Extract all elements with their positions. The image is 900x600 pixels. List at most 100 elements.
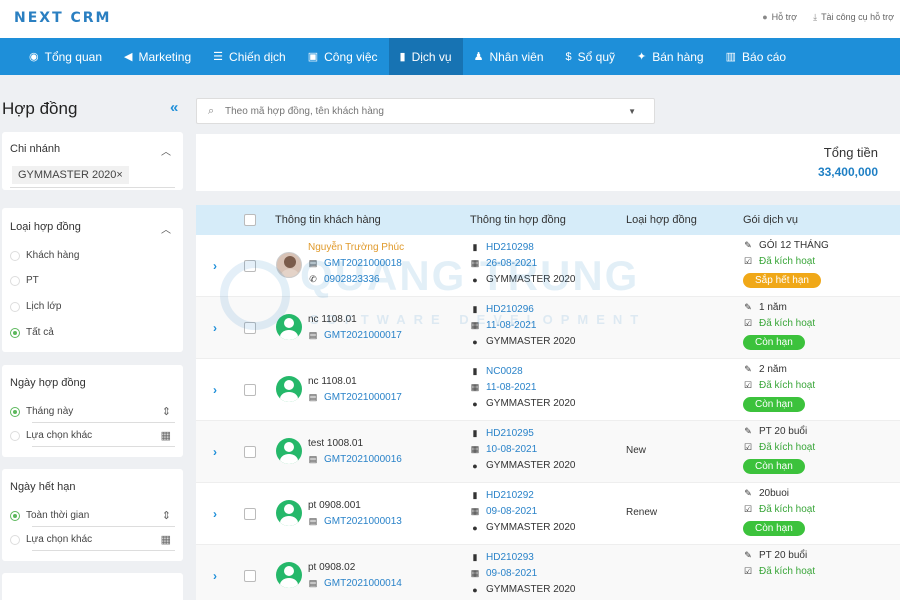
customer-code[interactable]: ▤ GMT2021000017 bbox=[308, 392, 402, 403]
customer-name[interactable]: pt 0908.001 bbox=[308, 500, 361, 511]
location-pin-icon: ● bbox=[472, 336, 478, 347]
table-row[interactable]: › pt 0908.001 ▤ GMT2021000013 ▮ HD210292 ▦ 09-0… bbox=[196, 483, 900, 545]
search-input[interactable] bbox=[225, 104, 605, 119]
select-all-checkbox[interactable] bbox=[244, 214, 256, 226]
chevron-up-icon[interactable]: ︿ bbox=[161, 221, 171, 236]
service-package: ✎ PT 20 buổi bbox=[743, 550, 807, 561]
table-row[interactable]: › nc 1108.01 ▤ GMT2021000017 ▮ HD210296 ▦ 11-08… bbox=[196, 297, 900, 359]
location-pin-icon: ● bbox=[472, 522, 478, 533]
activation-status-value: Đã kích hoạt bbox=[759, 318, 816, 329]
brand-logo[interactable]: NEXT CRM bbox=[14, 10, 111, 26]
contract-date: ▦ 11-08-2021 bbox=[470, 320, 537, 331]
table-row[interactable]: › nc 1108.01 ▤ GMT2021000017 ▮ NC0028 ▦ 11-08-2… bbox=[196, 359, 900, 421]
customer-code[interactable]: ▤ GMT2021000014 bbox=[308, 578, 402, 589]
activation-status-value: Đã kích hoạt bbox=[759, 442, 816, 453]
contract-number[interactable]: ▮ HD210293 bbox=[470, 552, 534, 563]
radio-custom-range[interactable]: Lựa chọn khác bbox=[10, 534, 92, 545]
contract-date-panel: Ngày hợp đồng Tháng này ⇕ Lựa chọn khác … bbox=[2, 365, 183, 457]
contract-date: ▦ 26-08-2021 bbox=[470, 258, 537, 269]
collapse-sidebar-icon[interactable]: « bbox=[170, 99, 178, 116]
service-package-value: 1 năm bbox=[759, 302, 787, 313]
customer-code[interactable]: ▤ GMT2021000018 bbox=[308, 258, 402, 269]
customer-name[interactable]: pt 0908.02 bbox=[308, 562, 355, 573]
contract-number[interactable]: ▮ HD210296 bbox=[470, 304, 534, 315]
remove-tag-icon[interactable]: × bbox=[116, 169, 122, 181]
nav-item-reports[interactable]: ▥ Báo cáo bbox=[715, 38, 797, 75]
radio-this-month[interactable]: Tháng này bbox=[10, 406, 73, 417]
sort-icon[interactable]: ⇕ bbox=[162, 405, 171, 418]
contract-date-value: 10-08-2021 bbox=[486, 444, 538, 455]
customer-phone[interactable]: ✆ 0902823336 bbox=[308, 274, 379, 285]
service-package: ✎ 20buoi bbox=[743, 488, 789, 499]
table-row[interactable]: › Nguyễn Trường Phúc ▤ GMT2021000018 ✆ 090282… bbox=[196, 235, 900, 297]
customer-name[interactable]: nc 1108.01 bbox=[308, 376, 357, 387]
contract-branch: ● GYMMASTER 2020 bbox=[470, 584, 575, 595]
nav-item-cashbook[interactable]: $ Sổ quỹ bbox=[555, 38, 626, 75]
edit-icon: ✎ bbox=[744, 364, 752, 374]
radio-customer[interactable]: Khách hàng bbox=[10, 250, 79, 261]
expand-row-icon[interactable]: › bbox=[213, 383, 217, 397]
nav-item-services[interactable]: ▮ Dịch vụ bbox=[388, 38, 463, 75]
megaphone-icon: ◀ bbox=[124, 51, 133, 63]
customer-code-value: GMT2021000014 bbox=[324, 578, 402, 589]
radio-class-schedule[interactable]: Lịch lớp bbox=[10, 301, 61, 312]
branch-tag-label: GYMMASTER 2020 bbox=[18, 169, 117, 181]
contract-number[interactable]: ▮ HD210292 bbox=[470, 490, 534, 501]
calendar-icon[interactable]: ▦ bbox=[161, 429, 171, 442]
contract-number[interactable]: ▮ HD210298 bbox=[470, 242, 534, 253]
divider bbox=[32, 526, 175, 527]
edit-icon: ✎ bbox=[744, 302, 752, 312]
expand-row-icon[interactable]: › bbox=[213, 507, 217, 521]
customer-name[interactable]: nc 1108.01 bbox=[308, 314, 357, 325]
contract-number-value: HD210296 bbox=[486, 304, 534, 315]
row-checkbox[interactable] bbox=[244, 446, 256, 458]
row-checkbox[interactable] bbox=[244, 260, 256, 272]
nav-item-campaigns[interactable]: ☰ Chiến dịch bbox=[202, 38, 297, 75]
nav-item-tasks[interactable]: ▣ Công việc bbox=[297, 38, 389, 75]
customer-code[interactable]: ▤ GMT2021000017 bbox=[308, 330, 402, 341]
expand-row-icon[interactable]: › bbox=[213, 259, 217, 273]
contract-number-value: NC0028 bbox=[486, 366, 523, 377]
expand-row-icon[interactable]: › bbox=[213, 321, 217, 335]
nav-item-marketing[interactable]: ◀ Marketing bbox=[113, 38, 202, 75]
activation-status: ☑ Đã kích hoạt bbox=[743, 442, 815, 453]
row-checkbox[interactable] bbox=[244, 322, 256, 334]
help-link[interactable]: ● Hỗ trợ bbox=[762, 12, 797, 23]
row-checkbox[interactable] bbox=[244, 570, 256, 582]
sort-icon[interactable]: ⇕ bbox=[162, 509, 171, 522]
row-checkbox[interactable] bbox=[244, 508, 256, 520]
calendar-icon[interactable]: ▦ bbox=[161, 533, 171, 546]
handshake-icon: ✦ bbox=[637, 51, 647, 63]
contract-branch: ● GYMMASTER 2020 bbox=[470, 336, 575, 347]
header-customer-info: Thông tin khách hàng bbox=[275, 214, 381, 226]
chevron-up-icon[interactable]: ︿ bbox=[161, 143, 171, 158]
calendar-icon: ▦ bbox=[470, 506, 480, 516]
expand-row-icon[interactable]: › bbox=[213, 445, 217, 459]
customer-code[interactable]: ▤ GMT2021000013 bbox=[308, 516, 402, 527]
expand-row-icon[interactable]: › bbox=[213, 569, 217, 583]
table-header: Thông tin khách hàng Thông tin hợp đồng … bbox=[196, 205, 900, 235]
contract-number-value: HD210293 bbox=[486, 552, 534, 563]
contract-number-value: HD210298 bbox=[486, 242, 534, 253]
customer-code[interactable]: ▤ GMT2021000016 bbox=[308, 454, 402, 465]
contract-number[interactable]: ▮ HD210295 bbox=[470, 428, 534, 439]
contract-number[interactable]: ▮ NC0028 bbox=[470, 366, 523, 377]
table-row[interactable]: › pt 0908.02 ▤ GMT2021000014 ▮ HD210293 ▦ 09-08… bbox=[196, 545, 900, 600]
radio-circle-selected bbox=[10, 510, 20, 521]
customer-name[interactable]: Nguyễn Trường Phúc bbox=[308, 242, 404, 253]
download-tools-link[interactable]: ⤓ Tài công cụ hỗ trợ bbox=[813, 12, 894, 23]
header-contract-info: Thông tin hợp đồng bbox=[470, 214, 566, 226]
radio-all[interactable]: Tất cả bbox=[10, 327, 54, 338]
customer-name[interactable]: test 1008.01 bbox=[308, 438, 363, 449]
radio-all-time[interactable]: Toàn thời gian bbox=[10, 510, 89, 521]
nav-item-overview[interactable]: ◉ Tổng quan bbox=[18, 38, 113, 75]
radio-custom-range[interactable]: Lựa chọn khác bbox=[10, 430, 92, 441]
nav-item-staff[interactable]: ♟ Nhân viên bbox=[463, 38, 555, 75]
row-checkbox[interactable] bbox=[244, 384, 256, 396]
dropdown-arrow-icon[interactable]: ▼ bbox=[628, 107, 636, 116]
avatar bbox=[276, 438, 302, 464]
table-row[interactable]: › test 1008.01 ▤ GMT2021000016 ▮ HD210295 ▦ 10-… bbox=[196, 421, 900, 483]
contract-date-value: 11-08-2021 bbox=[486, 382, 537, 393]
nav-item-sales[interactable]: ✦ Bán hàng bbox=[626, 38, 715, 75]
radio-pt[interactable]: PT bbox=[10, 275, 39, 286]
